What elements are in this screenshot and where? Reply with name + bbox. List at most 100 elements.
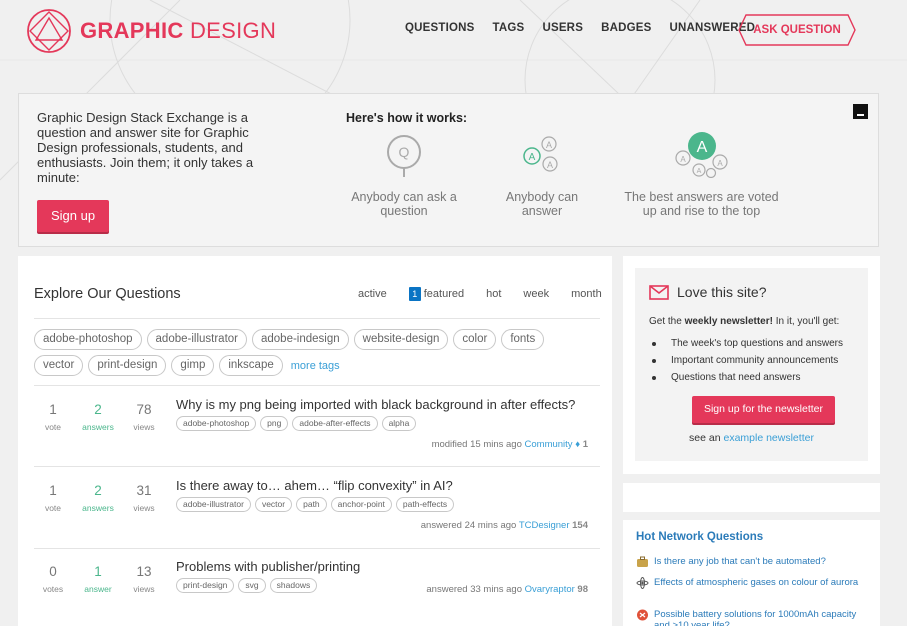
question-tag[interactable]: vector xyxy=(254,497,293,512)
example-newsletter-link[interactable]: example newsletter xyxy=(723,432,813,444)
filter-featured[interactable]: 1 featured xyxy=(408,287,464,301)
explore-questions-panel: Explore Our Questions active 1 featured h… xyxy=(18,256,612,626)
tag-gimp[interactable]: gimp xyxy=(171,355,215,376)
question-tag[interactable]: svg xyxy=(238,578,266,593)
answer-count: 2 answers xyxy=(82,402,114,432)
hot-question-item[interactable]: Effects of atmospheric gases on colour o… xyxy=(636,577,871,589)
svg-text:A: A xyxy=(696,139,707,156)
hot-question-item[interactable]: Is there any job that can't be automated… xyxy=(636,556,871,568)
question-tag[interactable]: path xyxy=(296,497,327,512)
tag-print-design[interactable]: print-design xyxy=(88,355,167,376)
question-tags: adobe-illustrator vector path anchor-poi… xyxy=(176,497,458,512)
signup-button[interactable]: Sign up xyxy=(37,200,109,232)
question-filters: active 1 featured hot week month xyxy=(358,287,624,301)
question-tag[interactable]: adobe-photoshop xyxy=(176,416,257,431)
featured-count-badge: 1 xyxy=(408,287,421,301)
user-link[interactable]: TCDesigner xyxy=(519,520,570,531)
question-tag[interactable]: adobe-illustrator xyxy=(176,497,251,512)
answer-bubbles-icon: A A A xyxy=(523,136,558,172)
filter-week[interactable]: week xyxy=(523,287,549,301)
more-tags-link[interactable]: more tags xyxy=(288,355,343,381)
ask-question-button[interactable]: ASK QUESTION xyxy=(738,14,856,46)
svg-text:A: A xyxy=(529,152,536,163)
newsletter-box: Love this site? Get the weekly newslette… xyxy=(635,268,868,461)
svg-text:A: A xyxy=(696,168,701,175)
newsletter-description: Get the weekly newsletter! In it, you'll… xyxy=(649,316,840,327)
popular-tags: adobe-photoshop adobe-illustrator adobe-… xyxy=(34,329,574,381)
question-tags: print-design svg shadows xyxy=(176,578,321,593)
user-link[interactable]: Ovaryraptor xyxy=(525,584,575,595)
site-description: Graphic Design Stack Exchange is a quest… xyxy=(37,110,254,185)
tag-color[interactable]: color xyxy=(453,329,497,350)
tag-inkscape[interactable]: inkscape xyxy=(219,355,283,376)
question-row: 0 votes 1 answer 13 views Problems with pub… xyxy=(18,559,612,626)
newsletter-signup-button[interactable]: Sign up for the newsletter xyxy=(692,396,835,423)
filter-month[interactable]: month xyxy=(571,287,602,301)
tag-website-design[interactable]: website-design xyxy=(353,329,449,350)
explore-title: Explore Our Questions xyxy=(34,286,181,302)
physics-site-icon xyxy=(636,577,649,589)
nav-questions[interactable]: QUESTIONS xyxy=(405,22,475,34)
step-answer: A A A Anybody can answer xyxy=(497,134,587,218)
svg-text:A: A xyxy=(547,160,553,170)
close-banner-button[interactable] xyxy=(853,104,868,119)
moderator-diamond-icon: ♦ xyxy=(575,439,581,450)
hot-question-item[interactable]: Possible battery solutions for 1000mAh c… xyxy=(636,609,871,626)
question-tag[interactable]: path-effects xyxy=(395,497,455,512)
question-tag[interactable]: shadows xyxy=(269,578,318,593)
question-row: 1 vote 2 answers 78 views Why is my png bei… xyxy=(18,397,612,482)
tag-adobe-illustrator[interactable]: adobe-illustrator xyxy=(146,329,247,350)
example-newsletter: see an example newsletter xyxy=(689,432,814,444)
svg-text:A: A xyxy=(680,155,686,164)
envelope-icon xyxy=(649,284,669,300)
view-count: 78 views xyxy=(133,402,155,432)
user-link[interactable]: Community xyxy=(525,439,573,450)
question-activity: answered 24 mins ago TCDesigner 154 xyxy=(420,520,588,531)
question-tag[interactable]: print-design xyxy=(176,578,235,593)
step-ask: Q Anybody can ask a question xyxy=(349,134,459,218)
question-tag[interactable]: png xyxy=(260,416,289,431)
newsletter-benefits: The week's top questions and answers Imp… xyxy=(649,337,843,388)
filter-hot[interactable]: hot xyxy=(486,287,501,301)
newsletter-panel: Love this site? Get the weekly newslette… xyxy=(623,256,880,474)
divider xyxy=(34,548,600,549)
question-tag[interactable]: adobe-after-effects xyxy=(292,416,378,431)
question-activity: answered 33 mins ago Ovaryraptor 98 xyxy=(426,584,588,595)
answer-count: 2 answers xyxy=(82,483,114,513)
vote-count: 1 vote xyxy=(44,402,62,432)
question-tag[interactable]: alpha xyxy=(381,416,417,431)
divider xyxy=(34,466,600,467)
svg-text:Q: Q xyxy=(399,144,410,160)
tag-adobe-indesign[interactable]: adobe-indesign xyxy=(252,329,349,350)
filter-active[interactable]: active xyxy=(358,287,387,301)
question-tag[interactable]: anchor-point xyxy=(330,497,392,512)
list-item: Questions that need answers xyxy=(649,371,843,384)
empty-sidebar-panel xyxy=(623,483,880,512)
vote-count: 0 votes xyxy=(42,564,64,594)
main-nav: QUESTIONS TAGS USERS BADGES UNANSWERED xyxy=(405,22,773,34)
tag-adobe-photoshop[interactable]: adobe-photoshop xyxy=(34,329,142,350)
divider xyxy=(34,318,600,319)
nav-badges[interactable]: BADGES xyxy=(601,22,651,34)
newsletter-title: Love this site? xyxy=(649,284,767,300)
nav-users[interactable]: USERS xyxy=(542,22,583,34)
question-title[interactable]: Why is my png being imported with black … xyxy=(176,397,575,412)
list-item: Important community announcements xyxy=(649,354,843,367)
how-it-works-title: Here's how it works: xyxy=(346,111,468,125)
question-title[interactable]: Is there away to… ahem… “flip convexity”… xyxy=(176,478,453,493)
question-title[interactable]: Problems with publisher/printing xyxy=(176,559,360,574)
tag-vector[interactable]: vector xyxy=(34,355,84,376)
site-logo[interactable]: GRAPHIC DESIGN xyxy=(26,8,276,54)
top-bar: GRAPHIC DESIGN QUESTIONS TAGS USERS BADG… xyxy=(0,0,907,60)
svg-text:A: A xyxy=(546,140,552,150)
question-row: 1 vote 2 answers 31 views Is there away to…… xyxy=(18,478,612,563)
list-item: The week's top questions and answers xyxy=(649,337,843,350)
tag-fonts[interactable]: fonts xyxy=(501,329,545,350)
voted-answer-icon: A A A A xyxy=(674,132,728,178)
view-count: 31 views xyxy=(133,483,155,513)
question-activity: modified 15 mins ago Community ♦ 1 xyxy=(431,439,588,450)
question-bubble-icon: Q xyxy=(387,135,421,177)
logo-text: GRAPHIC DESIGN xyxy=(80,18,277,43)
nav-tags[interactable]: TAGS xyxy=(493,22,525,34)
question-tags: adobe-photoshop png adobe-after-effects … xyxy=(176,416,420,431)
